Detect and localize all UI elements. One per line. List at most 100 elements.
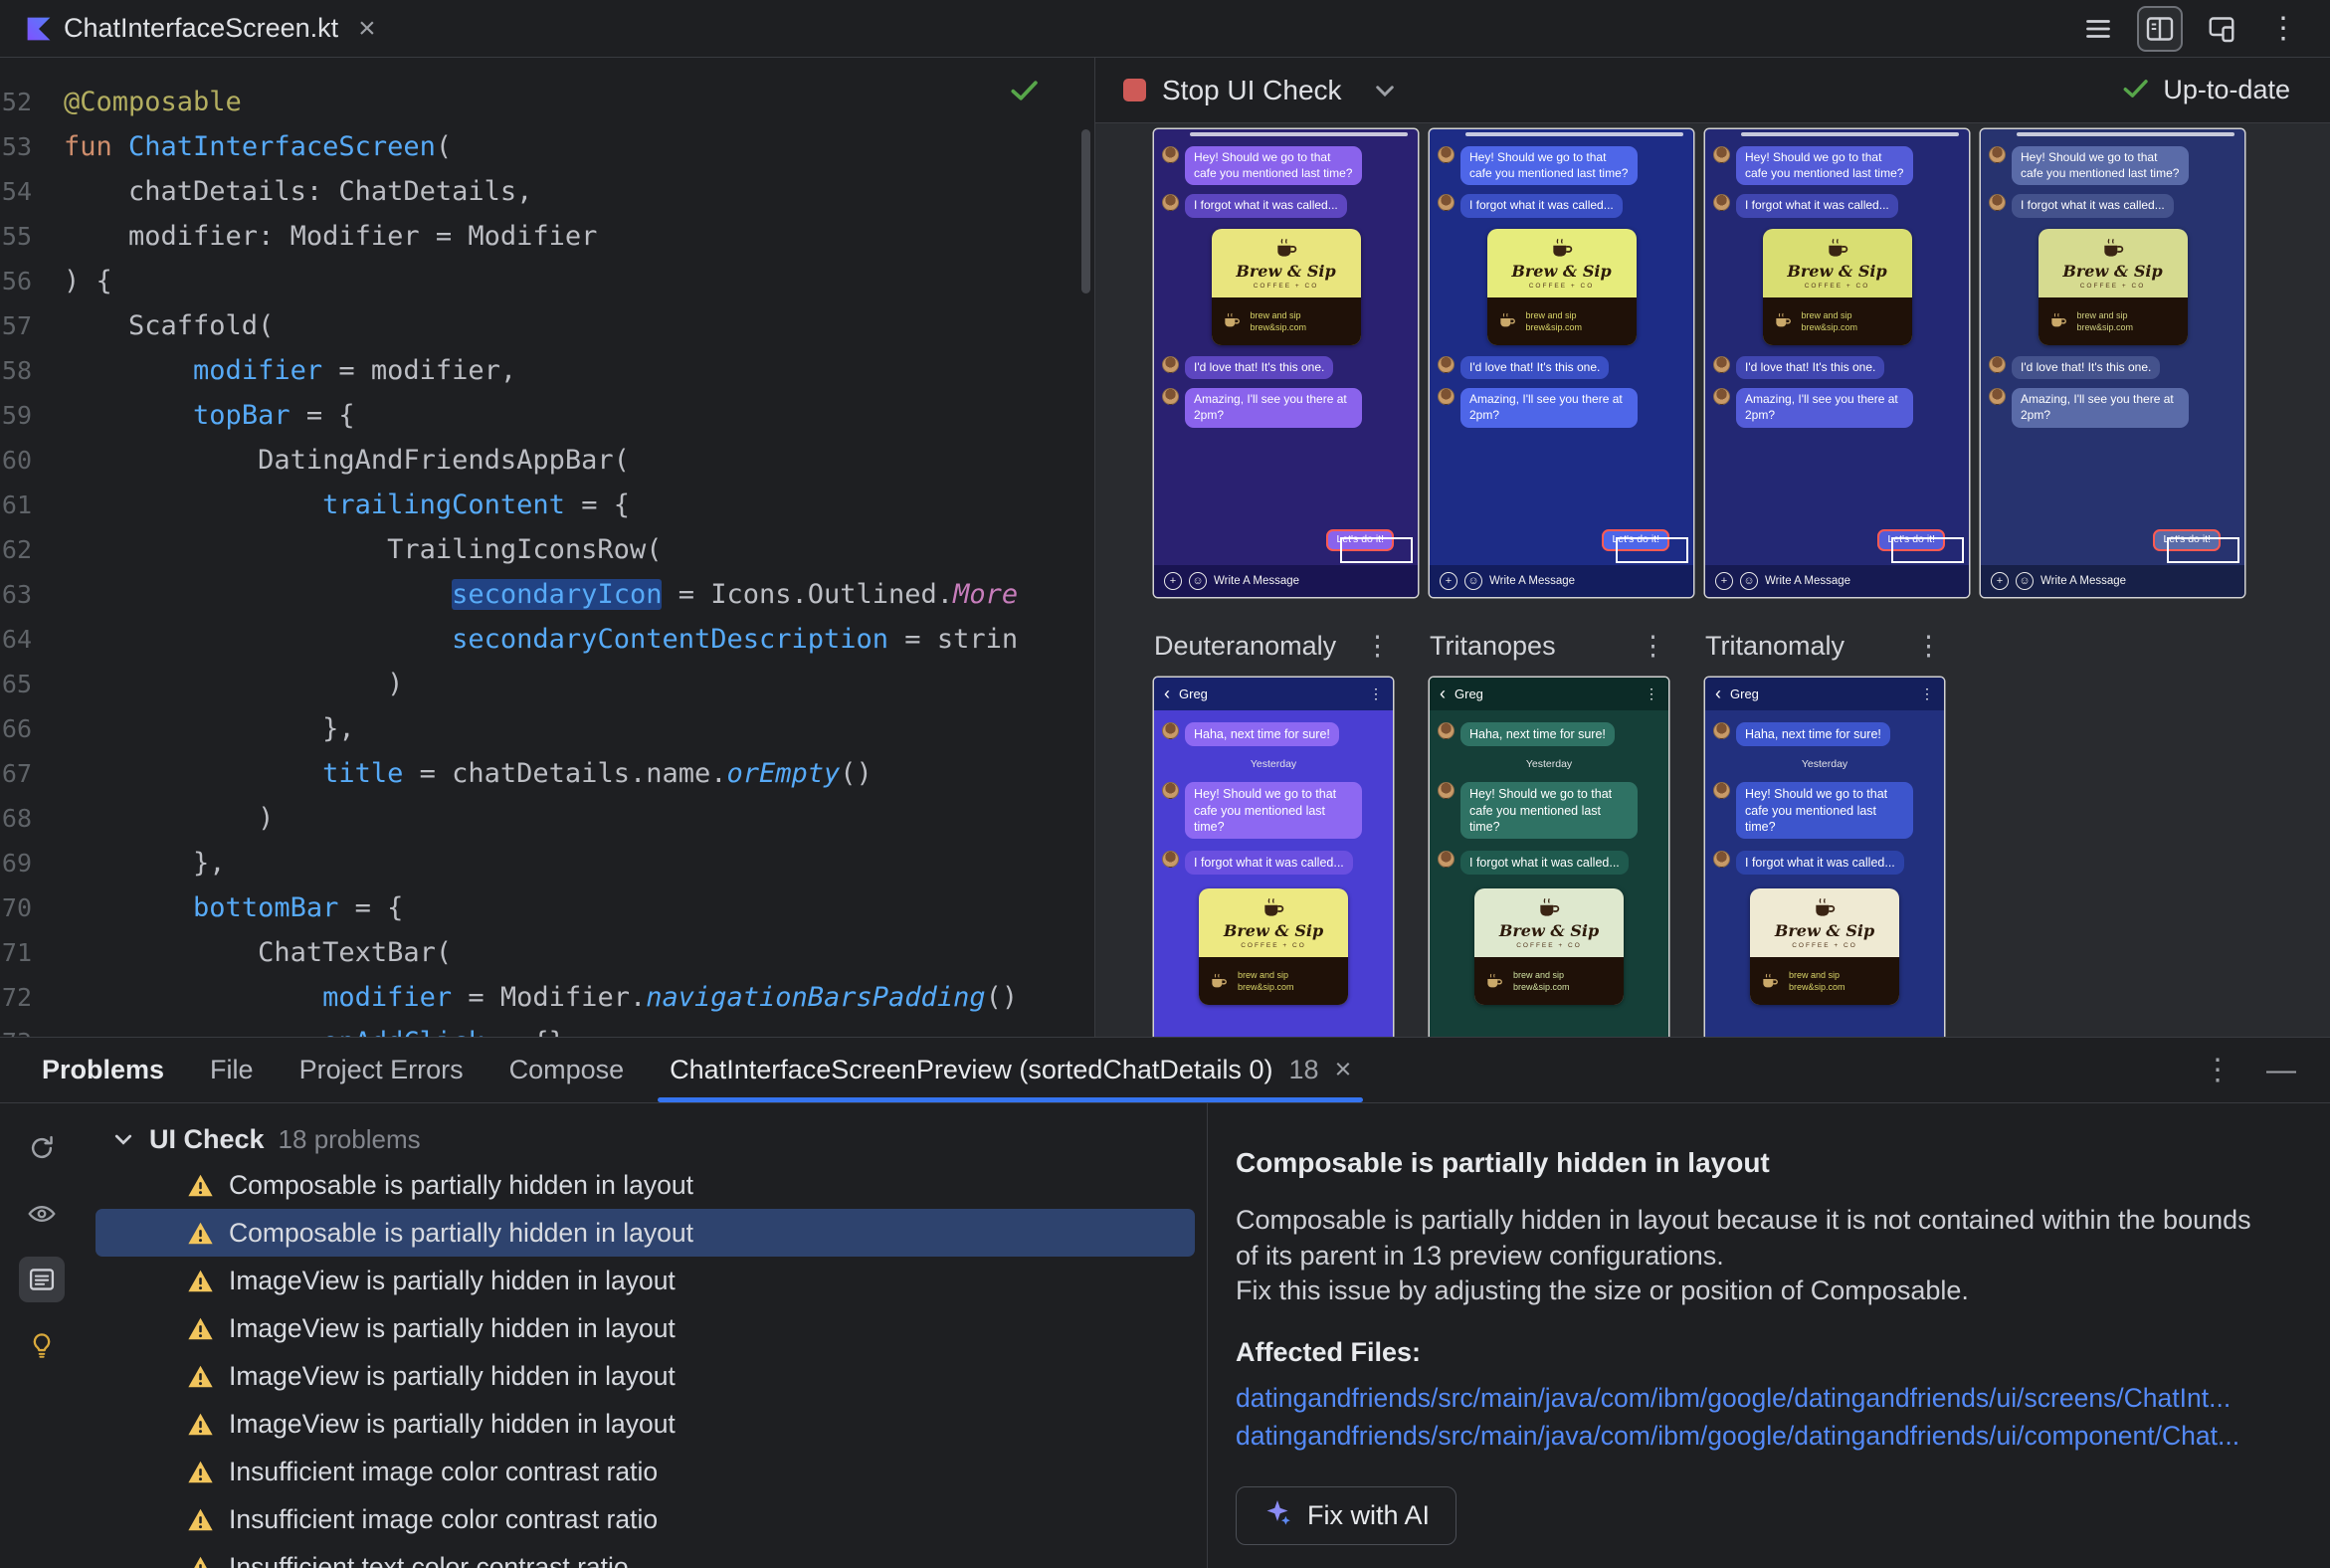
- attach-icon[interactable]: +: [1440, 572, 1457, 590]
- kebab-icon[interactable]: ⋮: [1369, 686, 1383, 702]
- emoji-icon[interactable]: ☺: [1189, 572, 1207, 590]
- problem-item[interactable]: ImageView is partially hidden in layout: [96, 1257, 1195, 1304]
- code-line[interactable]: 71 ChatTextBar(: [0, 930, 1094, 975]
- warning-icon: [188, 1270, 213, 1291]
- kebab-icon[interactable]: ⋮: [1640, 631, 1668, 662]
- chat-preview[interactable]: ‹ Greg ⋮ Haha, next time for sure! Yesterday…: [1154, 678, 1393, 1037]
- code-line[interactable]: 58 modifier = modifier,: [0, 348, 1094, 393]
- editor-tab[interactable]: ChatInterfaceScreen.kt ×: [0, 0, 398, 57]
- problem-item[interactable]: Composable is partially hidden in layout: [96, 1209, 1195, 1257]
- code-line[interactable]: 61 trailingContent = {: [0, 483, 1094, 527]
- split-editor-icon[interactable]: [2137, 5, 2183, 52]
- day-divider: Yesterday: [1525, 758, 1573, 771]
- back-icon[interactable]: ‹: [1440, 685, 1446, 703]
- tab-file[interactable]: File: [210, 1055, 254, 1085]
- quick-fix-bulb-icon[interactable]: [19, 1322, 65, 1368]
- chat-preview[interactable]: Hey! Should we go to that cafe you menti…: [1430, 129, 1693, 597]
- tab-close-icon[interactable]: ×: [1335, 1056, 1352, 1084]
- structure-lines-icon[interactable]: [2075, 6, 2121, 52]
- problem-item[interactable]: Insufficient text color contrast ratio: [96, 1543, 1195, 1568]
- code-line[interactable]: 66 },: [0, 706, 1094, 751]
- write-message-input[interactable]: Write A Message: [2040, 575, 2126, 587]
- minimize-icon[interactable]: —: [2266, 1055, 2296, 1085]
- chat-preview[interactable]: ‹ Greg ⋮ Haha, next time for sure! Yesterday…: [1430, 678, 1668, 1037]
- code-text: onAddClick = {}: [64, 1020, 565, 1037]
- write-message-input[interactable]: Write A Message: [1214, 575, 1299, 587]
- code-editor[interactable]: 52 @Composable 53 fun ChatInterfaceScreen(5…: [0, 58, 1095, 1037]
- code-line[interactable]: 60 DatingAndFriendsAppBar(: [0, 438, 1094, 483]
- chat-appbar: ‹ Greg ⋮: [1430, 678, 1668, 710]
- code-line[interactable]: 56) {: [0, 259, 1094, 303]
- chat-message: Hey! Should we go to that cafe you menti…: [1162, 146, 1410, 186]
- chat-preview[interactable]: ‹ Greg ⋮ Haha, next time for sure! Yesterday…: [1705, 678, 1944, 1037]
- code-line[interactable]: 62 TrailingIconsRow(: [0, 527, 1094, 572]
- emoji-icon[interactable]: ☺: [2016, 572, 2034, 590]
- attach-icon[interactable]: +: [1991, 572, 2009, 590]
- details-view-icon[interactable]: [19, 1257, 65, 1302]
- kebab-icon[interactable]: ⋮: [1364, 631, 1393, 662]
- problems-group[interactable]: UI Check 18 problems: [84, 1117, 1207, 1161]
- code-line[interactable]: 73 onAddClick = {}: [0, 1020, 1094, 1037]
- chat-messages: Hey! Should we go to that cafe you menti…: [1981, 136, 2244, 565]
- inspections-ok-icon[interactable]: [1011, 80, 1039, 106]
- card-subtitle: COFFEE + CO: [1528, 282, 1595, 290]
- refresh-icon[interactable]: [19, 1125, 65, 1171]
- code-line[interactable]: 70 bottomBar = {: [0, 885, 1094, 930]
- attach-icon[interactable]: +: [1715, 572, 1733, 590]
- editor-scrollbar-thumb[interactable]: [1081, 129, 1090, 294]
- fix-with-ai-button[interactable]: Fix with AI: [1236, 1486, 1457, 1546]
- code-line[interactable]: 52 @Composable: [0, 80, 1094, 124]
- code-line[interactable]: 65 ): [0, 662, 1094, 706]
- message-input-bar[interactable]: + ☺ Write A Message: [1154, 565, 1418, 597]
- chat-preview[interactable]: Hey! Should we go to that cafe you menti…: [1154, 129, 1418, 597]
- card-line-2: brew&sip.com: [1238, 982, 1294, 993]
- code-line[interactable]: 63 secondaryIcon = Icons.Outlined.More: [0, 572, 1094, 617]
- code-line[interactable]: 67 title = chatDetails.name.orEmpty(): [0, 751, 1094, 796]
- write-message-input[interactable]: Write A Message: [1489, 575, 1575, 587]
- problem-item[interactable]: ImageView is partially hidden in layout: [96, 1400, 1195, 1448]
- back-icon[interactable]: ‹: [1715, 685, 1721, 703]
- message-input-bar[interactable]: + ☺ Write A Message: [1705, 565, 1969, 597]
- stop-ui-check-button[interactable]: Stop UI Check: [1123, 75, 1342, 106]
- affected-file-link[interactable]: datingandfriends/src/main/java/com/ibm/g…: [1236, 1380, 2280, 1418]
- tab-chatinterfacescreenpreview[interactable]: ChatInterfaceScreenPreview (sortedChatDe…: [658, 1038, 1364, 1102]
- warning-icon: [188, 1222, 213, 1244]
- code-line[interactable]: 53 fun ChatInterfaceScreen(: [0, 124, 1094, 169]
- code-line[interactable]: 72 modifier = Modifier.navigationBarsPad…: [0, 975, 1094, 1020]
- code-line[interactable]: 59 topBar = {: [0, 393, 1094, 438]
- code-line[interactable]: 69 },: [0, 841, 1094, 885]
- chevron-down-icon[interactable]: [111, 1127, 135, 1151]
- problem-item[interactable]: Insufficient image color contrast ratio: [96, 1448, 1195, 1495]
- problem-item[interactable]: ImageView is partially hidden in layout: [96, 1352, 1195, 1400]
- more-options-icon[interactable]: ⋮: [2203, 1055, 2233, 1085]
- problem-item[interactable]: Composable is partially hidden in layout: [96, 1161, 1195, 1209]
- message-input-bar[interactable]: + ☺ Write A Message: [1981, 565, 2244, 597]
- tab-close-icon[interactable]: ×: [358, 13, 376, 44]
- code-line[interactable]: 64 secondaryContentDescription = strin: [0, 617, 1094, 662]
- more-options-icon[interactable]: ⋮: [2260, 6, 2306, 52]
- code-line[interactable]: 54 chatDetails: ChatDetails,: [0, 169, 1094, 214]
- tab-compose[interactable]: Compose: [509, 1055, 625, 1085]
- chevron-down-icon[interactable]: [1372, 78, 1398, 103]
- eye-icon[interactable]: [19, 1191, 65, 1237]
- code-line[interactable]: 68 ): [0, 796, 1094, 841]
- affected-file-link[interactable]: datingandfriends/src/main/java/com/ibm/g…: [1236, 1418, 2280, 1456]
- tab-project-errors[interactable]: Project Errors: [299, 1055, 464, 1085]
- code-line[interactable]: 57 Scaffold(: [0, 303, 1094, 348]
- message-input-bar[interactable]: + ☺ Write A Message: [1430, 565, 1693, 597]
- attach-icon[interactable]: +: [1164, 572, 1182, 590]
- chat-preview[interactable]: Hey! Should we go to that cafe you menti…: [1981, 129, 2244, 597]
- back-icon[interactable]: ‹: [1164, 685, 1170, 703]
- kebab-icon[interactable]: ⋮: [1645, 686, 1658, 702]
- kebab-icon[interactable]: ⋮: [1915, 631, 1944, 662]
- device-preview-icon[interactable]: [2199, 6, 2244, 52]
- write-message-input[interactable]: Write A Message: [1765, 575, 1850, 587]
- kebab-icon[interactable]: ⋮: [1920, 686, 1934, 702]
- chat-preview[interactable]: Hey! Should we go to that cafe you menti…: [1705, 129, 1969, 597]
- problem-item[interactable]: Insufficient image color contrast ratio: [96, 1495, 1195, 1543]
- emoji-icon[interactable]: ☺: [1464, 572, 1482, 590]
- emoji-icon[interactable]: ☺: [1740, 572, 1758, 590]
- code-line[interactable]: 55 modifier: Modifier = Modifier: [0, 214, 1094, 259]
- problem-item[interactable]: ImageView is partially hidden in layout: [96, 1304, 1195, 1352]
- avatar: [1989, 194, 2006, 212]
